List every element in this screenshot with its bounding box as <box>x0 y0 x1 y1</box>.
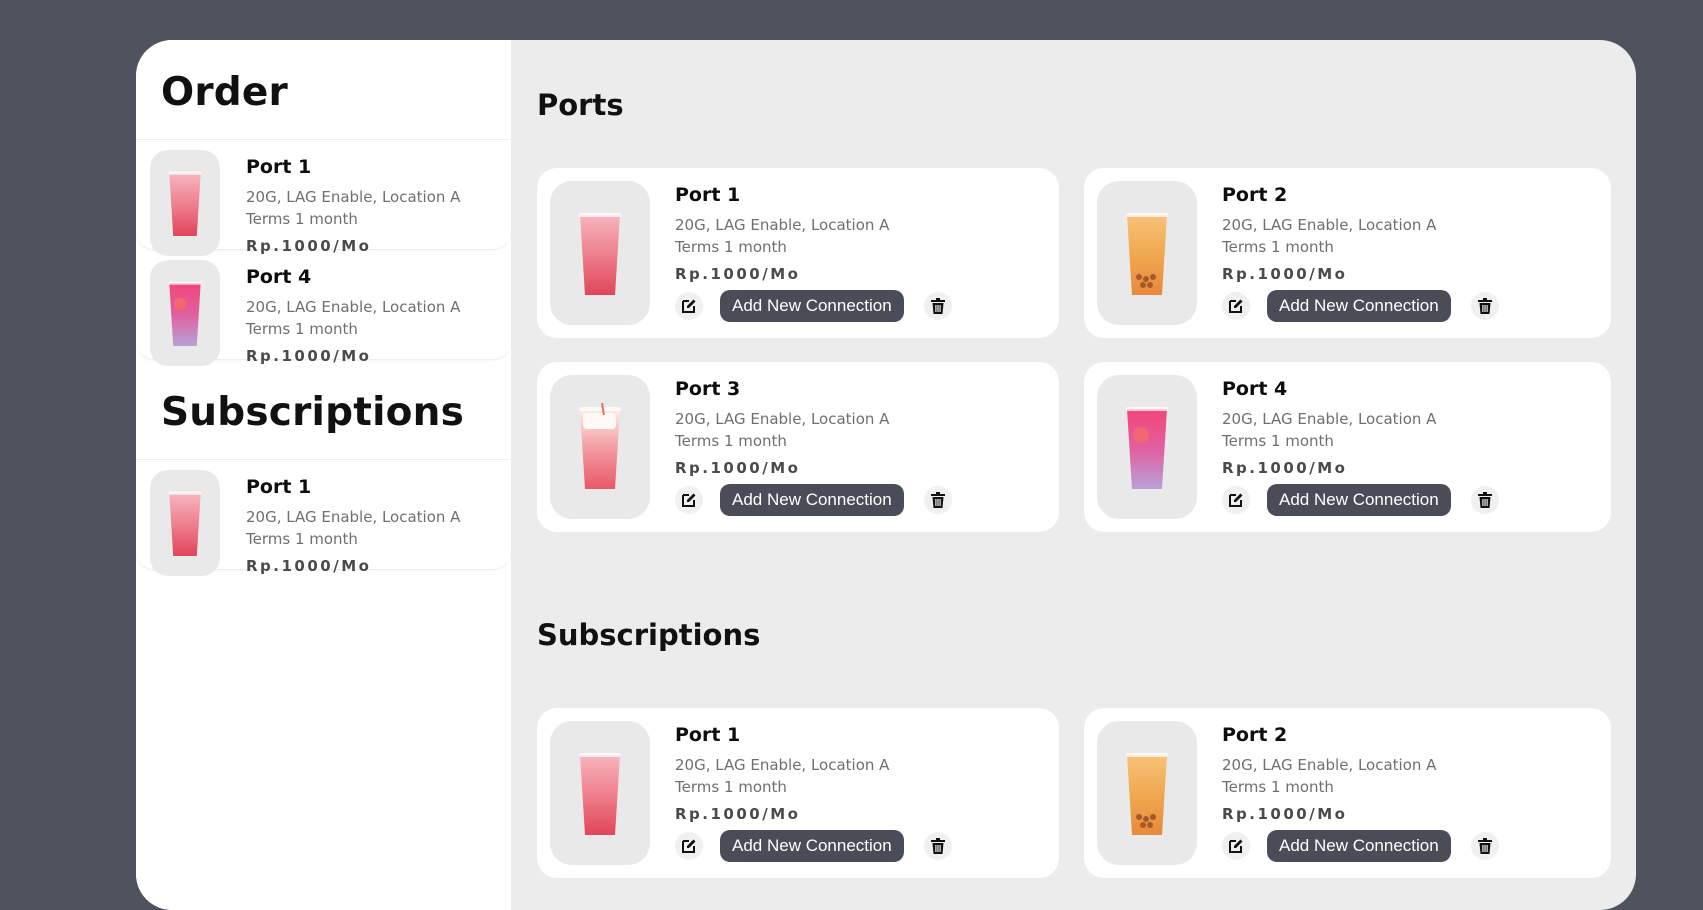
port-description: 20G, LAG Enable, Location A <box>675 216 890 234</box>
trash-icon[interactable] <box>1470 292 1499 320</box>
port-terms: Terms 1 month <box>1222 238 1334 256</box>
port-price: Rp.1000/Mo <box>246 347 372 365</box>
port-name: Port 1 <box>246 156 312 178</box>
drink-image <box>1097 721 1197 865</box>
port-description: 20G, LAG Enable, Location A <box>675 756 890 774</box>
port-price: Rp.1000/Mo <box>1222 265 1348 283</box>
card-info: Port 2 20G, LAG Enable, Location A Terms 1… <box>1222 181 1499 325</box>
item-info: Port 1 20G, LAG Enable, Location A Terms 1… <box>246 152 460 255</box>
drink-image <box>150 260 220 366</box>
port-price: Rp.1000/Mo <box>675 265 801 283</box>
port-description: 20G, LAG Enable, Location A <box>1222 410 1437 428</box>
port-name: Port 2 <box>1222 184 1288 206</box>
port-terms: Terms 1 month <box>675 778 787 796</box>
drink-image <box>1097 375 1197 519</box>
add-new-connection-button[interactable]: Add New Connection <box>1267 290 1451 322</box>
port-name: Port 2 <box>1222 724 1288 746</box>
edit-icon[interactable] <box>675 486 703 514</box>
drink-image <box>150 470 220 576</box>
edit-icon[interactable] <box>675 292 703 320</box>
port-description: 20G, LAG Enable, Location A <box>1222 216 1437 234</box>
port-card: Port 2 20G, LAG Enable, Location A Terms 1… <box>1084 168 1611 338</box>
port-name: Port 3 <box>675 378 741 400</box>
drink-image <box>150 150 220 256</box>
trash-icon[interactable] <box>923 486 952 514</box>
card-actions: Add New Connection <box>675 830 952 862</box>
order-list-item[interactable]: Port 1 20G, LAG Enable, Location A Terms 1… <box>136 460 511 576</box>
port-terms: Terms 1 month <box>675 432 787 450</box>
card-info: Port 1 20G, LAG Enable, Location A Terms 1… <box>675 181 952 325</box>
port-card: Port 2 20G, LAG Enable, Location A Terms 1… <box>1084 708 1611 878</box>
order-sidebar: Order Port 1 20G, LAG Enable, Location A T… <box>136 40 511 910</box>
port-terms: Terms 1 month <box>246 210 358 228</box>
item-info: Port 1 20G, LAG Enable, Location A Terms 1… <box>246 472 460 575</box>
add-new-connection-button[interactable]: Add New Connection <box>720 830 904 862</box>
trash-icon[interactable] <box>923 292 952 320</box>
port-description: 20G, LAG Enable, Location A <box>1222 756 1437 774</box>
card-actions: Add New Connection <box>1222 484 1499 516</box>
card-actions: Add New Connection <box>675 484 952 516</box>
ports-grid: Port 1 20G, LAG Enable, Location A Terms 1… <box>537 168 1611 532</box>
main-content: Ports Port 1 20G, LAG Enable, Location A T… <box>511 40 1636 910</box>
port-description: 20G, LAG Enable, Location A <box>246 188 461 206</box>
trash-icon[interactable] <box>1470 832 1499 860</box>
drink-image <box>1097 181 1197 325</box>
subscriptions-title: Subscriptions <box>537 618 761 652</box>
port-card: Port 3 20G, LAG Enable, Location A Terms 1… <box>537 362 1059 532</box>
card-info: Port 4 20G, LAG Enable, Location A Terms 1… <box>1222 375 1499 519</box>
card-actions: Add New Connection <box>1222 290 1499 322</box>
app-window: Order Port 1 20G, LAG Enable, Location A T… <box>136 40 1636 910</box>
order-list-item[interactable]: Port 4 20G, LAG Enable, Location A Terms 1… <box>136 250 511 366</box>
edit-icon[interactable] <box>1222 832 1250 860</box>
drink-image <box>550 181 650 325</box>
port-price: Rp.1000/Mo <box>1222 459 1348 477</box>
port-description: 20G, LAG Enable, Location A <box>246 508 461 526</box>
port-price: Rp.1000/Mo <box>675 805 801 823</box>
port-terms: Terms 1 month <box>246 320 358 338</box>
port-card: Port 4 20G, LAG Enable, Location A Terms 1… <box>1084 362 1611 532</box>
card-info: Port 2 20G, LAG Enable, Location A Terms 1… <box>1222 721 1499 865</box>
card-info: Port 3 20G, LAG Enable, Location A Terms 1… <box>675 375 952 519</box>
card-actions: Add New Connection <box>1222 830 1499 862</box>
drink-image <box>550 721 650 865</box>
port-card: Port 1 20G, LAG Enable, Location A Terms 1… <box>537 708 1059 878</box>
item-info: Port 4 20G, LAG Enable, Location A Terms 1… <box>246 262 460 365</box>
port-name: Port 1 <box>675 724 741 746</box>
card-actions: Add New Connection <box>675 290 952 322</box>
trash-icon[interactable] <box>1470 486 1499 514</box>
port-terms: Terms 1 month <box>1222 432 1334 450</box>
port-card: Port 1 20G, LAG Enable, Location A Terms 1… <box>537 168 1059 338</box>
port-terms: Terms 1 month <box>1222 778 1334 796</box>
edit-icon[interactable] <box>675 832 703 860</box>
port-price: Rp.1000/Mo <box>675 459 801 477</box>
port-price: Rp.1000/Mo <box>246 237 372 255</box>
port-name: Port 1 <box>675 184 741 206</box>
sidebar-subscription-list: Port 1 20G, LAG Enable, Location A Terms 1… <box>136 460 511 576</box>
add-new-connection-button[interactable]: Add New Connection <box>720 484 904 516</box>
drink-image <box>550 375 650 519</box>
port-price: Rp.1000/Mo <box>1222 805 1348 823</box>
add-new-connection-button[interactable]: Add New Connection <box>1267 830 1451 862</box>
order-list: Port 1 20G, LAG Enable, Location A Terms 1… <box>136 140 511 366</box>
port-description: 20G, LAG Enable, Location A <box>246 298 461 316</box>
sidebar-subscriptions-title: Subscriptions <box>136 360 511 460</box>
port-name: Port 4 <box>246 266 312 288</box>
add-new-connection-button[interactable]: Add New Connection <box>720 290 904 322</box>
order-title: Order <box>136 40 511 140</box>
edit-icon[interactable] <box>1222 486 1250 514</box>
port-description: 20G, LAG Enable, Location A <box>675 410 890 428</box>
ports-title: Ports <box>537 88 624 122</box>
subscriptions-grid: Port 1 20G, LAG Enable, Location A Terms 1… <box>537 708 1611 878</box>
add-new-connection-button[interactable]: Add New Connection <box>1267 484 1451 516</box>
port-name: Port 1 <box>246 476 312 498</box>
port-terms: Terms 1 month <box>246 530 358 548</box>
trash-icon[interactable] <box>923 832 952 860</box>
port-name: Port 4 <box>1222 378 1288 400</box>
port-terms: Terms 1 month <box>675 238 787 256</box>
edit-icon[interactable] <box>1222 292 1250 320</box>
order-list-item[interactable]: Port 1 20G, LAG Enable, Location A Terms 1… <box>136 140 511 256</box>
card-info: Port 1 20G, LAG Enable, Location A Terms 1… <box>675 721 952 865</box>
port-price: Rp.1000/Mo <box>246 557 372 575</box>
